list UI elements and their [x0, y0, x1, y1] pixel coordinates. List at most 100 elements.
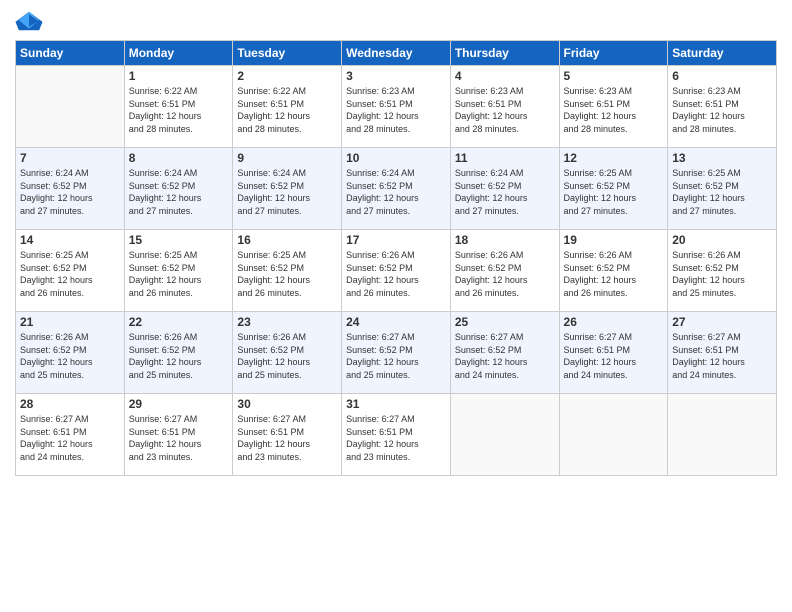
- daylight-text-1: Daylight: 12 hours: [455, 110, 555, 123]
- day-number: 28: [20, 397, 120, 411]
- day-info: Sunrise: 6:24 AMSunset: 6:52 PMDaylight:…: [20, 167, 120, 217]
- sunrise-text: Sunrise: 6:25 AM: [129, 249, 229, 262]
- sunset-text: Sunset: 6:52 PM: [455, 180, 555, 193]
- calendar-cell: 3Sunrise: 6:23 AMSunset: 6:51 PMDaylight…: [342, 66, 451, 148]
- weekday-header: Wednesday: [342, 41, 451, 66]
- sunset-text: Sunset: 6:52 PM: [237, 262, 337, 275]
- sunrise-text: Sunrise: 6:26 AM: [129, 331, 229, 344]
- sunset-text: Sunset: 6:52 PM: [564, 180, 664, 193]
- sunset-text: Sunset: 6:51 PM: [237, 426, 337, 439]
- calendar-cell: 31Sunrise: 6:27 AMSunset: 6:51 PMDayligh…: [342, 394, 451, 476]
- sunrise-text: Sunrise: 6:27 AM: [346, 413, 446, 426]
- calendar-cell: 18Sunrise: 6:26 AMSunset: 6:52 PMDayligh…: [450, 230, 559, 312]
- daylight-text-1: Daylight: 12 hours: [672, 274, 772, 287]
- day-info: Sunrise: 6:25 AMSunset: 6:52 PMDaylight:…: [564, 167, 664, 217]
- daylight-text-1: Daylight: 12 hours: [346, 192, 446, 205]
- daylight-text-2: and 25 minutes.: [129, 369, 229, 382]
- daylight-text-1: Daylight: 12 hours: [564, 356, 664, 369]
- sunrise-text: Sunrise: 6:27 AM: [237, 413, 337, 426]
- daylight-text-2: and 24 minutes.: [672, 369, 772, 382]
- daylight-text-2: and 25 minutes.: [20, 369, 120, 382]
- calendar-cell: 10Sunrise: 6:24 AMSunset: 6:52 PMDayligh…: [342, 148, 451, 230]
- day-number: 31: [346, 397, 446, 411]
- day-info: Sunrise: 6:27 AMSunset: 6:51 PMDaylight:…: [129, 413, 229, 463]
- sunset-text: Sunset: 6:51 PM: [237, 98, 337, 111]
- day-number: 23: [237, 315, 337, 329]
- sunrise-text: Sunrise: 6:23 AM: [455, 85, 555, 98]
- daylight-text-2: and 26 minutes.: [564, 287, 664, 300]
- sunset-text: Sunset: 6:52 PM: [346, 262, 446, 275]
- day-number: 14: [20, 233, 120, 247]
- weekday-header: Sunday: [16, 41, 125, 66]
- sunset-text: Sunset: 6:52 PM: [129, 262, 229, 275]
- calendar-cell: 19Sunrise: 6:26 AMSunset: 6:52 PMDayligh…: [559, 230, 668, 312]
- calendar-cell: 21 Sunrise: 6:26 AMSunset: 6:52 PMDayligh…: [16, 312, 125, 394]
- daylight-text-2: and 25 minutes.: [237, 369, 337, 382]
- daylight-text-2: and 26 minutes.: [346, 287, 446, 300]
- day-number: 11: [455, 151, 555, 165]
- calendar-cell: [16, 66, 125, 148]
- daylight-text-1: Daylight: 12 hours: [346, 274, 446, 287]
- day-number: 2: [237, 69, 337, 83]
- daylight-text-1: Daylight: 12 hours: [346, 356, 446, 369]
- day-number: 10: [346, 151, 446, 165]
- daylight-text-2: and 23 minutes.: [237, 451, 337, 464]
- daylight-text-2: and 27 minutes.: [455, 205, 555, 218]
- calendar-cell: 4Sunrise: 6:23 AMSunset: 6:51 PMDaylight…: [450, 66, 559, 148]
- day-number: 17: [346, 233, 446, 247]
- day-number: 25: [455, 315, 555, 329]
- day-number: 9: [237, 151, 337, 165]
- sunrise-text: Sunrise: 6:24 AM: [237, 167, 337, 180]
- sunrise-text: Sunrise: 6:26 AM: [672, 249, 772, 262]
- daylight-text-1: Daylight: 12 hours: [346, 438, 446, 451]
- logo: [15, 10, 47, 32]
- day-info: Sunrise: 6:26 AMSunset: 6:52 PMDaylight:…: [20, 331, 120, 381]
- sunrise-text: Sunrise: 6:27 AM: [455, 331, 555, 344]
- day-number: 16: [237, 233, 337, 247]
- sunset-text: Sunset: 6:51 PM: [564, 344, 664, 357]
- sunrise-text: Sunrise: 6:24 AM: [20, 167, 120, 180]
- sunset-text: Sunset: 6:52 PM: [672, 262, 772, 275]
- day-info: Sunrise: 6:22 AMSunset: 6:51 PMDaylight:…: [237, 85, 337, 135]
- daylight-text-1: Daylight: 12 hours: [455, 192, 555, 205]
- daylight-text-2: and 28 minutes.: [672, 123, 772, 136]
- daylight-text-1: Daylight: 12 hours: [672, 110, 772, 123]
- sunset-text: Sunset: 6:51 PM: [20, 426, 120, 439]
- calendar-cell: 26Sunrise: 6:27 AMSunset: 6:51 PMDayligh…: [559, 312, 668, 394]
- sunrise-text: Sunrise: 6:23 AM: [346, 85, 446, 98]
- weekday-header: Saturday: [668, 41, 777, 66]
- daylight-text-2: and 24 minutes.: [564, 369, 664, 382]
- day-number: 3: [346, 69, 446, 83]
- day-info: Sunrise: 6:27 AMSunset: 6:52 PMDaylight:…: [455, 331, 555, 381]
- day-info: Sunrise: 6:26 AMSunset: 6:52 PMDaylight:…: [129, 331, 229, 381]
- calendar-cell: 20Sunrise: 6:26 AMSunset: 6:52 PMDayligh…: [668, 230, 777, 312]
- day-info: Sunrise: 6:27 AMSunset: 6:51 PMDaylight:…: [20, 413, 120, 463]
- day-number: 6: [672, 69, 772, 83]
- sunrise-text: Sunrise: 6:22 AM: [237, 85, 337, 98]
- day-info: Sunrise: 6:23 AMSunset: 6:51 PMDaylight:…: [564, 85, 664, 135]
- daylight-text-2: and 23 minutes.: [129, 451, 229, 464]
- day-info: Sunrise: 6:24 AMSunset: 6:52 PMDaylight:…: [237, 167, 337, 217]
- day-info: Sunrise: 6:27 AMSunset: 6:52 PMDaylight:…: [346, 331, 446, 381]
- day-info: Sunrise: 6:26 AMSunset: 6:52 PMDaylight:…: [346, 249, 446, 299]
- day-info: Sunrise: 6:24 AMSunset: 6:52 PMDaylight:…: [455, 167, 555, 217]
- day-info: Sunrise: 6:23 AMSunset: 6:51 PMDaylight:…: [672, 85, 772, 135]
- calendar-cell: [559, 394, 668, 476]
- day-info: Sunrise: 6:25 AMSunset: 6:52 PMDaylight:…: [672, 167, 772, 217]
- calendar-cell: 6 Sunrise: 6:23 AMSunset: 6:51 PMDaylight…: [668, 66, 777, 148]
- day-number: 19: [564, 233, 664, 247]
- calendar-cell: 14Sunrise: 6:25 AMSunset: 6:52 PMDayligh…: [16, 230, 125, 312]
- calendar-cell: 1Sunrise: 6:22 AMSunset: 6:51 PMDaylight…: [124, 66, 233, 148]
- sunrise-text: Sunrise: 6:24 AM: [129, 167, 229, 180]
- sunrise-text: Sunrise: 6:27 AM: [672, 331, 772, 344]
- sunrise-text: Sunrise: 6:26 AM: [20, 331, 120, 344]
- day-number: 21: [20, 315, 120, 329]
- sunset-text: Sunset: 6:52 PM: [672, 180, 772, 193]
- day-number: 13: [672, 151, 772, 165]
- sunrise-text: Sunrise: 6:25 AM: [237, 249, 337, 262]
- sunset-text: Sunset: 6:52 PM: [346, 344, 446, 357]
- daylight-text-2: and 27 minutes.: [346, 205, 446, 218]
- day-info: Sunrise: 6:25 AMSunset: 6:52 PMDaylight:…: [237, 249, 337, 299]
- daylight-text-2: and 25 minutes.: [672, 287, 772, 300]
- calendar-cell: 7Sunrise: 6:24 AMSunset: 6:52 PMDaylight…: [16, 148, 125, 230]
